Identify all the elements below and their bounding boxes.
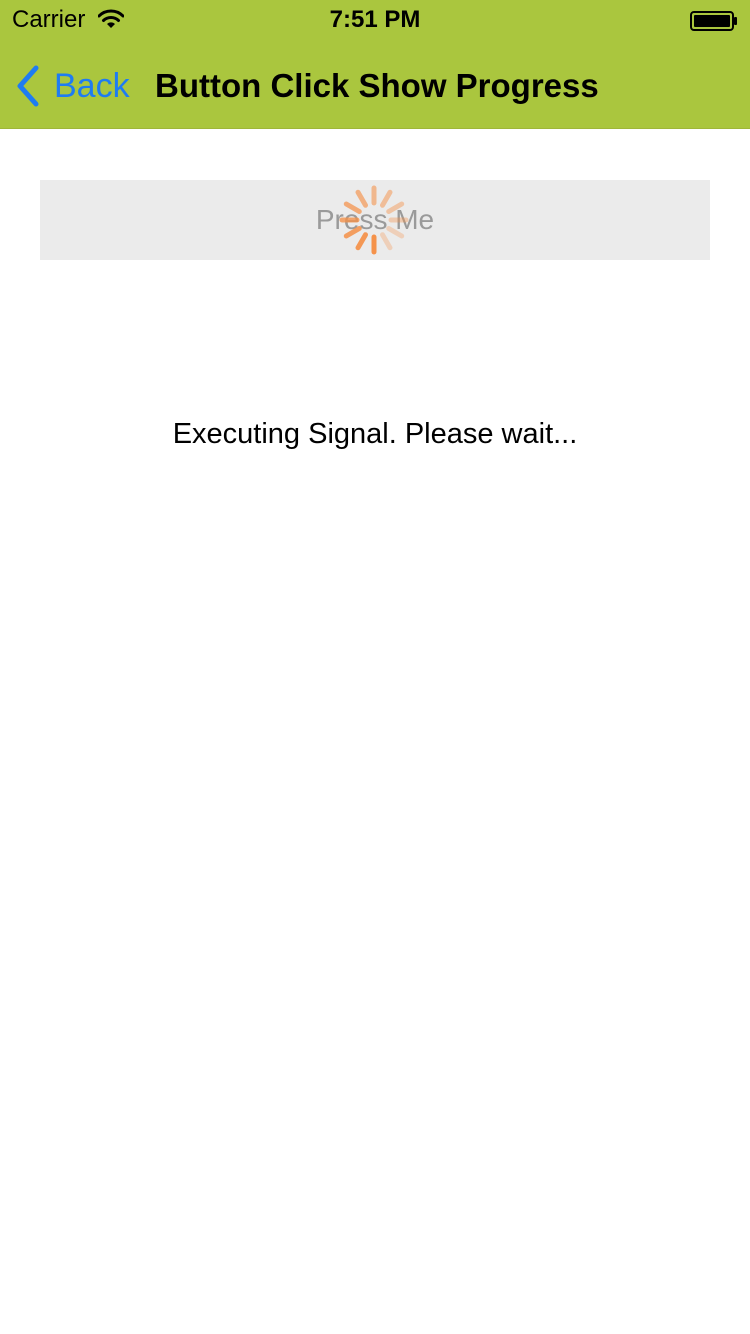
spinner-spoke bbox=[380, 232, 393, 251]
spinner-spoke bbox=[386, 226, 405, 239]
spinner-spoke bbox=[355, 189, 368, 208]
page-title: Button Click Show Progress bbox=[155, 67, 599, 104]
spinner-spoke bbox=[380, 189, 393, 208]
top-bar: Carrier 7:51 PM Back Button Click Show P… bbox=[0, 0, 750, 129]
spinner-spoke bbox=[386, 201, 405, 214]
back-label: Back bbox=[54, 67, 130, 105]
status-time: 7:51 PM bbox=[329, 6, 421, 33]
spinner-spoke bbox=[343, 201, 362, 214]
battery-icon bbox=[690, 11, 737, 31]
back-button[interactable]: Back bbox=[14, 64, 130, 108]
chevron-left-icon bbox=[17, 65, 39, 107]
status-message: Executing Signal. Please wait... bbox=[172, 418, 578, 450]
spinner-spoke bbox=[343, 226, 362, 239]
activity-spinner-icon bbox=[339, 185, 409, 255]
spinner-spoke bbox=[355, 232, 368, 251]
navigation-bar: Back Button Click Show Progress bbox=[0, 40, 750, 128]
status-bar: Carrier 7:51 PM bbox=[0, 0, 750, 40]
